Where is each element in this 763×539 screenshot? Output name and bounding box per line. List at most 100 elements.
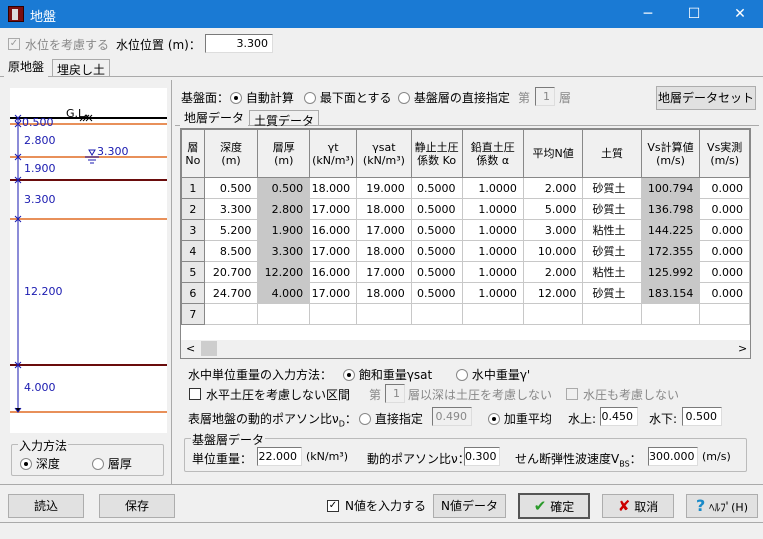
table-cell[interactable]: 1.0000 [461, 219, 524, 241]
minimize-button[interactable]: ─ [625, 0, 671, 28]
table-cell[interactable]: 18.000 [356, 198, 412, 220]
table-cell[interactable]: 125.992 [640, 261, 701, 283]
scroll-thumb[interactable] [201, 341, 217, 356]
table-cell[interactable]: 1.900 [257, 219, 311, 241]
table-cell[interactable]: 3.300 [257, 240, 311, 262]
table-cell[interactable]: 1.0000 [461, 198, 524, 220]
table-cell[interactable]: 0.500 [203, 177, 259, 199]
table-cell[interactable]: 0.500 [257, 177, 311, 199]
table-cell[interactable]: 0.000 [699, 219, 750, 241]
table-cell[interactable] [699, 303, 750, 325]
table-cell[interactable]: 100.794 [640, 177, 701, 199]
unit-weight-input[interactable]: 22.000 [257, 447, 302, 466]
table-cell[interactable] [356, 303, 412, 325]
water-level-input[interactable]: 3.300 [205, 34, 273, 53]
table-cell[interactable]: 2.800 [257, 198, 311, 220]
input-method-thickness[interactable]: 層厚 [92, 455, 132, 472]
table-cell[interactable]: 砂質土 [582, 177, 642, 199]
table-cell[interactable]: 144.225 [640, 219, 701, 241]
table-cell[interactable]: 5.000 [522, 198, 584, 220]
base-bottom-radio[interactable]: 最下面とする [304, 89, 391, 106]
table-cell[interactable]: 20.700 [203, 261, 259, 283]
table-cell[interactable]: 4.000 [257, 282, 311, 304]
load-button[interactable]: 読込 [8, 494, 84, 518]
table-cell[interactable]: 0.000 [699, 282, 750, 304]
table-cell[interactable]: 17.000 [309, 198, 358, 220]
table-cell[interactable]: 1.0000 [461, 261, 524, 283]
row-header[interactable]: 5 [181, 261, 205, 283]
table-cell[interactable]: 0.000 [699, 240, 750, 262]
table-cell[interactable]: 0.5000 [410, 240, 463, 262]
table-cell[interactable] [309, 303, 358, 325]
submerged-radio[interactable]: 水中重量γ' [456, 366, 530, 383]
input-method-depth[interactable]: 深度 [20, 455, 60, 472]
poisson-average-radio[interactable]: 加重平均 [488, 410, 552, 427]
row-header[interactable]: 3 [181, 219, 205, 241]
table-cell[interactable]: 3.300 [203, 198, 259, 220]
maximize-button[interactable]: ☐ [671, 0, 717, 28]
table-cell[interactable]: 136.798 [640, 198, 701, 220]
table-cell[interactable]: 5.200 [203, 219, 259, 241]
ok-button[interactable]: ✔ 確定 [518, 493, 590, 519]
below-water-input[interactable]: 0.500 [682, 407, 722, 426]
table-cell[interactable]: 8.500 [203, 240, 259, 262]
table-cell[interactable]: 18.000 [356, 282, 412, 304]
tab-original-ground[interactable]: 原地盤 [4, 57, 49, 77]
tab-backfill[interactable]: 埋戻し土 [52, 59, 111, 77]
table-cell[interactable]: 0.5000 [410, 198, 463, 220]
tab-layer-data[interactable]: 地層データ [180, 108, 249, 126]
table-cell[interactable]: 0.000 [699, 198, 750, 220]
above-water-input[interactable]: 0.450 [600, 407, 638, 426]
save-button[interactable]: 保存 [99, 494, 175, 518]
table-cell[interactable]: 0.5000 [410, 177, 463, 199]
base-poisson-input[interactable]: 0.300 [464, 447, 500, 466]
table-cell[interactable]: 砂質土 [582, 282, 642, 304]
consider-water-checkbox[interactable]: ✓ [8, 38, 20, 50]
saturated-radio[interactable]: 飽和重量γsat [343, 366, 432, 383]
table-cell[interactable]: 17.000 [309, 240, 358, 262]
help-button[interactable]: ? ﾍﾙﾌﾟ(H) [686, 494, 758, 518]
table-cell[interactable]: 10.000 [522, 240, 584, 262]
table-cell[interactable]: 17.000 [356, 261, 412, 283]
table-cell[interactable]: 0.000 [699, 177, 750, 199]
table-cell[interactable]: 18.000 [356, 240, 412, 262]
row-header[interactable]: 4 [181, 240, 205, 262]
table-cell[interactable]: 粘性土 [582, 261, 642, 283]
table-cell[interactable]: 3.000 [522, 219, 584, 241]
table-cell[interactable] [522, 303, 584, 325]
scroll-left-icon[interactable]: < [186, 342, 195, 355]
table-cell[interactable]: 19.000 [356, 177, 412, 199]
table-cell[interactable]: 砂質土 [582, 198, 642, 220]
horiz-pressure-checkbox[interactable] [189, 388, 201, 400]
poisson-direct-radio[interactable]: 直接指定 [359, 410, 423, 427]
base-auto-radio[interactable]: 自動計算 [230, 89, 294, 106]
table-cell[interactable]: 12.200 [257, 261, 311, 283]
table-cell[interactable]: 砂質土 [582, 240, 642, 262]
row-header[interactable]: 7 [181, 303, 205, 325]
table-cell[interactable] [582, 303, 642, 325]
table-cell[interactable]: 172.355 [640, 240, 701, 262]
horizontal-scrollbar[interactable]: < > [181, 340, 750, 358]
row-header[interactable]: 6 [181, 282, 205, 304]
poisson-direct-input[interactable]: 0.490 [432, 407, 472, 426]
table-cell[interactable] [410, 303, 463, 325]
layer-data-set-button[interactable]: 地層データセット [656, 86, 756, 110]
table-cell[interactable]: 1.0000 [461, 177, 524, 199]
table-cell[interactable]: 0.000 [699, 261, 750, 283]
base-layer-input[interactable]: 1 [535, 87, 555, 106]
table-cell[interactable]: 17.000 [309, 282, 358, 304]
table-cell[interactable]: 17.000 [356, 219, 412, 241]
horiz-layer-input[interactable]: 1 [385, 384, 405, 403]
close-button[interactable]: ✕ [717, 0, 763, 28]
table-cell[interactable]: 12.000 [522, 282, 584, 304]
row-header[interactable]: 2 [181, 198, 205, 220]
n-data-button[interactable]: N値データ [433, 494, 506, 518]
table-cell[interactable]: 0.5000 [410, 282, 463, 304]
scroll-right-icon[interactable]: > [738, 342, 747, 355]
table-cell[interactable]: 16.000 [309, 261, 358, 283]
water-pressure-checkbox[interactable] [566, 388, 578, 400]
n-input-checkbox[interactable]: ✓ [327, 500, 339, 512]
table-cell[interactable]: 2.000 [522, 177, 584, 199]
table-cell[interactable] [203, 303, 259, 325]
vs-input[interactable]: 300.000 [648, 447, 698, 466]
